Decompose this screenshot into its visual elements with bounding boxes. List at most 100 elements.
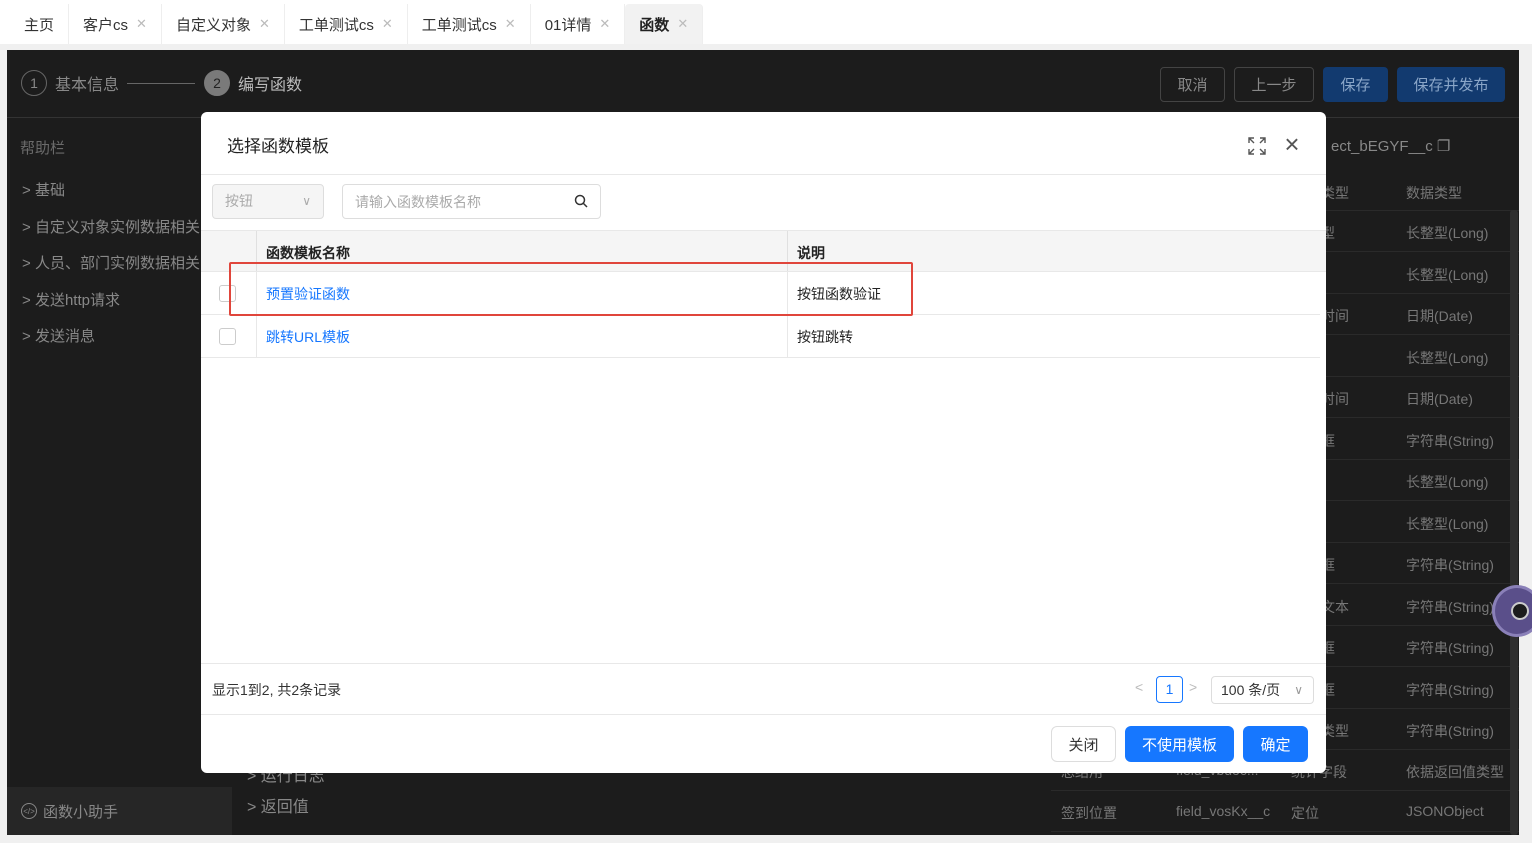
table-row[interactable]: 跳转URL模板 按钮跳转 xyxy=(201,315,1320,358)
field-data-type: 字符串(String) xyxy=(1406,557,1494,573)
sidebar-item-http[interactable]: > 发送http请求 xyxy=(22,289,120,310)
step-basic-info: 1 基本信息 xyxy=(21,70,119,96)
api-name-text: ect_bEGYF__c xyxy=(1331,138,1433,155)
close-icon[interactable]: × xyxy=(1279,129,1305,159)
template-type-select[interactable]: 按钮 ∨ xyxy=(212,184,324,219)
chevron-right-icon[interactable]: > xyxy=(1189,679,1197,695)
tab-ticket-test-2[interactable]: 工单测试cs ✕ xyxy=(408,4,531,44)
field-data-type: 字符串(String) xyxy=(1406,432,1494,449)
field-data-type: 字符串(String) xyxy=(1406,681,1494,698)
scrollbar[interactable] xyxy=(1510,210,1518,835)
help-sidebar: 帮助栏 > 基础 > 自定义对象实例数据相关 > 人员、部门实例数据相关 > 发… xyxy=(7,119,232,835)
middle-item-label: 返回值 xyxy=(260,799,309,816)
close-button[interactable]: 关闭 xyxy=(1051,726,1116,762)
page-number-current[interactable]: 1 xyxy=(1156,676,1183,703)
function-assistant-button[interactable]: </> 函数小助手 xyxy=(7,787,232,835)
tab-ticket-test-1[interactable]: 工单测试cs ✕ xyxy=(285,4,408,44)
field-data-type: 长整型(Long) xyxy=(1406,474,1489,490)
step-connector xyxy=(127,83,195,84)
pagination-bar: 显示1到2, 共2条记录 < 1 > 100 条/页 ∨ xyxy=(201,663,1326,715)
step-number: 1 xyxy=(21,70,47,96)
field-data-type: 字符串(String) xyxy=(1406,598,1494,615)
copy-icon[interactable]: ❐ xyxy=(1437,138,1450,155)
field-name: 签到位置 xyxy=(1061,805,1117,821)
close-icon[interactable]: ✕ xyxy=(505,16,516,32)
chevron-left-icon[interactable]: < xyxy=(1135,679,1143,695)
cancel-button[interactable]: 取消 xyxy=(1160,67,1225,102)
tab-label: 主页 xyxy=(24,16,55,34)
chevron-down-icon: ∨ xyxy=(1294,683,1303,697)
save-button[interactable]: 保存 xyxy=(1323,67,1388,102)
tab-home[interactable]: 主页 xyxy=(12,4,70,44)
sidebar-item-label: 基础 xyxy=(34,182,65,199)
wizard-header: 1 基本信息 2 编写函数 取消 上一步 保存 保存并发布 xyxy=(7,50,1519,118)
page-size-select[interactable]: 100 条/页 ∨ xyxy=(1211,676,1314,704)
tab-custom-object[interactable]: 自定义对象 ✕ xyxy=(162,4,285,44)
search-input[interactable] xyxy=(355,191,565,213)
field-data-type: 长整型(Long) xyxy=(1406,349,1489,366)
template-desc: 按钮跳转 xyxy=(797,329,853,345)
close-icon[interactable]: ✕ xyxy=(599,16,610,32)
row-checkbox[interactable] xyxy=(219,328,236,345)
function-assistant-label: 函数小助手 xyxy=(43,803,119,821)
modal-title: 选择函数模板 xyxy=(227,137,329,156)
sidebar-item-label: 发送消息 xyxy=(34,328,95,345)
prev-step-button[interactable]: 上一步 xyxy=(1234,67,1314,102)
sidebar-title: 帮助栏 xyxy=(20,140,66,157)
save-publish-button[interactable]: 保存并发布 xyxy=(1397,67,1505,102)
field-data-type: 日期(Date) xyxy=(1406,391,1473,407)
field-api: field_vosKx__c xyxy=(1176,803,1271,819)
tab-label: 工单测试cs xyxy=(421,16,497,34)
col-data-type-header: 数据类型 xyxy=(1406,185,1462,201)
records-summary: 显示1到2, 共2条记录 xyxy=(212,682,342,698)
field-data-type: 字符串(String) xyxy=(1406,723,1494,739)
field-data-type: 长整型(Long) xyxy=(1406,515,1489,532)
tab-label: 工单测试cs xyxy=(298,16,374,34)
close-icon[interactable]: ✕ xyxy=(136,16,147,32)
middle-item-return-value[interactable]: > 返回值 xyxy=(247,793,309,817)
tab-function[interactable]: 函数 ✕ xyxy=(625,4,704,44)
sidebar-item-message[interactable]: > 发送消息 xyxy=(22,325,95,346)
modal-header: 选择函数模板 × xyxy=(201,112,1326,175)
close-icon[interactable]: ✕ xyxy=(677,16,688,32)
step-number: 2 xyxy=(204,70,230,96)
chevron-down-icon: ∨ xyxy=(302,194,311,208)
sidebar-item-basic[interactable]: > 基础 xyxy=(22,179,65,200)
sidebar-item-custom-object[interactable]: > 自定义对象实例数据相关 xyxy=(22,216,200,237)
expand-icon[interactable] xyxy=(1247,136,1269,156)
sidebar-item-label: 自定义对象实例数据相关 xyxy=(34,219,200,236)
close-icon[interactable]: ✕ xyxy=(382,16,393,32)
tab-01-detail[interactable]: 01详情 ✕ xyxy=(531,4,626,44)
field-row-checkin-location: 签到位置 field_vosKx__c 定位 JSONObject xyxy=(1051,791,1519,832)
confirm-button[interactable]: 确定 xyxy=(1243,726,1308,762)
tab-label: 自定义对象 xyxy=(175,16,251,34)
tab-bar: 主页 客户cs ✕ 自定义对象 ✕ 工单测试cs ✕ 工单测试cs ✕ 01详情 ✕ 函数… xyxy=(0,0,1532,44)
field-data-type: 长整型(Long) xyxy=(1406,225,1489,241)
api-name: ect_bEGYF__c ❐ xyxy=(1331,137,1450,155)
step-label: 编写函数 xyxy=(238,77,303,94)
search-icon[interactable] xyxy=(574,194,588,208)
field-data-type: 字符串(String) xyxy=(1406,640,1494,656)
sidebar-item-people-dept[interactable]: > 人员、部门实例数据相关 xyxy=(22,252,200,273)
tab-label: 客户cs xyxy=(83,16,129,34)
select-value: 按钮 xyxy=(225,193,253,209)
close-icon[interactable]: ✕ xyxy=(259,16,270,32)
field-data-type: 长整型(Long) xyxy=(1406,266,1489,283)
template-search xyxy=(342,184,601,219)
page-size-value: 100 条/页 xyxy=(1221,682,1281,698)
code-icon: </> xyxy=(21,803,37,819)
sidebar-item-label: 发送http请求 xyxy=(34,292,120,309)
tab-label: 函数 xyxy=(639,16,670,34)
step-write-function: 2 编写函数 xyxy=(204,70,302,96)
col-divider xyxy=(256,315,257,357)
template-name-link[interactable]: 跳转URL模板 xyxy=(266,327,350,347)
step-label: 基本信息 xyxy=(55,77,120,94)
tab-customer-cs[interactable]: 客户cs ✕ xyxy=(69,4,162,44)
field-type: 定位 xyxy=(1291,805,1319,821)
col-header-name: 函数模板名称 xyxy=(266,245,350,261)
highlight-annotation xyxy=(229,262,913,316)
field-data-type: JSONObject xyxy=(1406,803,1484,819)
col-header-desc: 说明 xyxy=(797,245,825,261)
field-data-type: 依据返回值类型 xyxy=(1406,764,1504,780)
no-template-button[interactable]: 不使用模板 xyxy=(1125,726,1234,762)
